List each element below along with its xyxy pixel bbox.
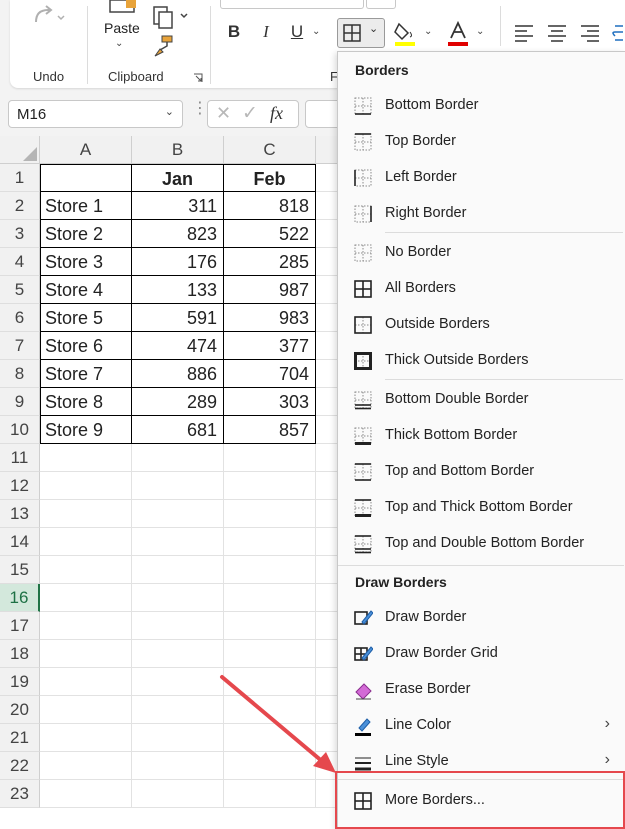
annotation-arrow <box>220 675 336 773</box>
